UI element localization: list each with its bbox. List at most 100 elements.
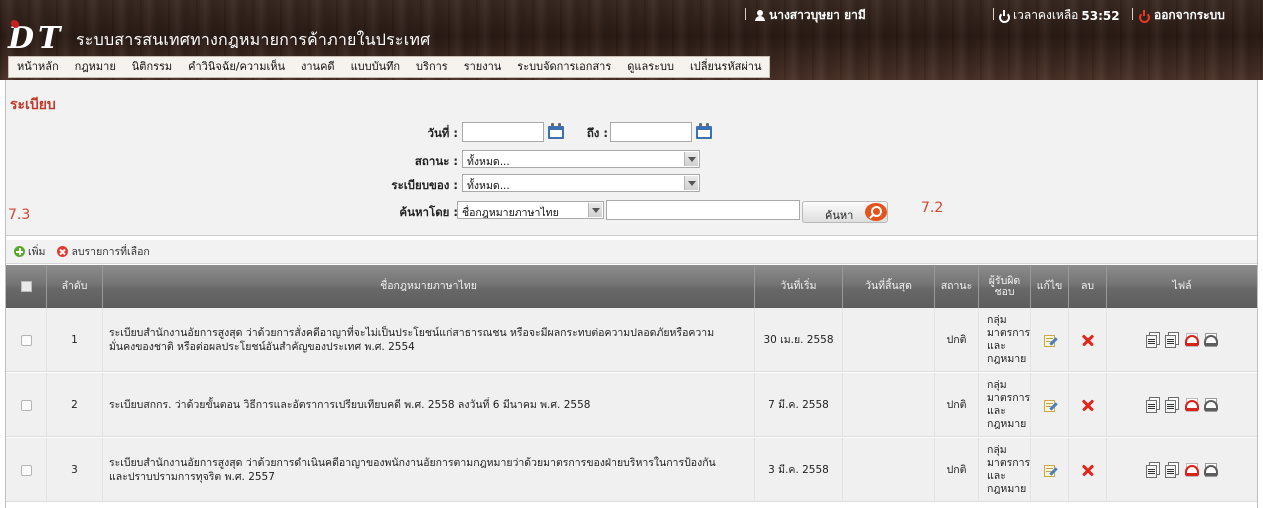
search-button[interactable]: ค้นหา: [802, 201, 888, 223]
menu-item-change-password[interactable]: เปลี่ยนรหัสผ่าน: [682, 57, 769, 77]
owner-line: และ: [987, 340, 1006, 352]
pdf-gray-icon[interactable]: [1203, 397, 1218, 413]
delete-icon[interactable]: [1082, 464, 1094, 476]
owner-cell: กลุ่ม มาตรการ และ กฎหมาย: [978, 438, 1030, 502]
separator: [1132, 8, 1133, 20]
menu-item-juristic-act[interactable]: นิติกรรม: [124, 57, 180, 77]
files-cell: [1106, 438, 1257, 502]
menu-item-reports[interactable]: รายงาน: [456, 57, 510, 77]
column-header-owner[interactable]: ผู้รับผิดชอบ: [978, 265, 1030, 308]
logout-label: ออกจากระบบ: [1154, 8, 1225, 22]
column-header-status[interactable]: สถานะ: [934, 265, 978, 308]
status-select[interactable]: ทั้งหมด...: [462, 150, 700, 168]
user-name: นางสาวบุษยา ยามี: [769, 8, 866, 22]
row-select: [6, 373, 46, 437]
column-header-end-date[interactable]: วันที่สิ้นสุด: [842, 265, 934, 308]
user-bar: นางสาวบุษยา ยามี เวลาคงเหลือ 53:52 ออกจา…: [0, 6, 1263, 25]
column-header-name[interactable]: ชื่อกฎหมายภาษาไทย: [102, 265, 754, 308]
end-date: [842, 438, 934, 502]
menu-item-services[interactable]: บริการ: [408, 57, 456, 77]
document-icon[interactable]: [1146, 462, 1161, 478]
remove-icon: [57, 246, 69, 257]
document-icon[interactable]: [1146, 397, 1161, 413]
delete-selected-button[interactable]: ลบรายการที่เลือก: [57, 243, 150, 260]
menu-item-admin[interactable]: ดูแลระบบ: [619, 57, 682, 77]
status-value: ปกติ: [934, 438, 978, 502]
owner-cell: กลุ่ม มาตรการ และ กฎหมาย: [978, 308, 1030, 372]
document-icon[interactable]: [1165, 397, 1180, 413]
document-icon[interactable]: [1165, 332, 1180, 348]
status-select-value: ทั้งหมด...: [467, 156, 510, 168]
menu-item-home[interactable]: หน้าหลัก: [9, 57, 67, 77]
owner-line: กลุ่ม: [987, 314, 1007, 326]
page-content: ระเบียบ วันที่ : ถึง : สถานะ : ทั้งหมด..…: [5, 80, 1258, 508]
separator: [993, 8, 994, 20]
menu-item-rulings[interactable]: คำวินิจฉัย/ความเห็น: [180, 57, 293, 77]
pdf-icon[interactable]: [1184, 397, 1199, 413]
chevron-down-icon: [684, 152, 698, 166]
menu-item-forms[interactable]: แบบบันทึก: [343, 57, 408, 77]
power-icon: [1138, 9, 1150, 23]
law-name[interactable]: ระเบียบสำนักงานอัยการสูงสุด ว่าด้วยการดำ…: [102, 438, 754, 502]
pdf-gray-icon[interactable]: [1203, 462, 1218, 478]
delete-icon[interactable]: [1082, 334, 1094, 346]
grid-toolbar: เพิ่ม ลบรายการที่เลือก: [6, 240, 1257, 264]
law-name[interactable]: ระเบียบสำนักงานอัยการสูงสุด ว่าด้วยการสั…: [102, 308, 754, 372]
pdf-icon[interactable]: [1184, 332, 1199, 348]
edit-icon[interactable]: [1043, 398, 1058, 413]
owner-line: มาตรการ: [987, 392, 1031, 404]
owner-line: มาตรการ: [987, 327, 1031, 339]
logo-mark: D T: [8, 21, 61, 56]
status-value: ปกติ: [934, 308, 978, 372]
edit-cell: [1030, 438, 1068, 502]
row-checkbox[interactable]: [20, 464, 32, 476]
end-date: [842, 373, 934, 437]
column-header-no[interactable]: ลำดับ: [46, 265, 102, 308]
search-icon: [865, 203, 887, 221]
delete-cell: [1068, 308, 1106, 372]
pdf-gray-icon[interactable]: [1203, 332, 1218, 348]
owner-line: และ: [987, 470, 1006, 482]
row-number: 2: [46, 373, 102, 437]
search-keyword-input[interactable]: [606, 200, 800, 220]
search-by-select[interactable]: ชื่อกฎหมายภาษาไทย: [457, 201, 604, 219]
law-name-line: ระเบียบสำนักงานอัยการสูงสุด ว่าด้วยการสั…: [109, 327, 715, 339]
document-icon[interactable]: [1146, 332, 1161, 348]
law-name-line: ระเบียบสกกร. ว่าด้วยขั้นตอน วิธีการและอั…: [109, 399, 591, 411]
separator: [745, 8, 746, 20]
pdf-icon[interactable]: [1184, 462, 1199, 478]
dit-logo: D T: [8, 22, 66, 56]
row-number: 3: [46, 438, 102, 502]
row-checkbox[interactable]: [20, 334, 32, 346]
row-number: 1: [46, 308, 102, 372]
add-button[interactable]: เพิ่ม: [14, 243, 45, 260]
chevron-down-icon: [588, 203, 602, 217]
owner-select[interactable]: ทั้งหมด...: [462, 174, 700, 192]
column-header-start-date[interactable]: วันที่เริ่ม: [754, 265, 842, 308]
owner-line: มาตรการ: [987, 457, 1031, 469]
edit-icon[interactable]: [1043, 463, 1058, 478]
owner-line: และ: [987, 405, 1006, 417]
document-icon[interactable]: [1165, 462, 1180, 478]
menu-item-documents[interactable]: ระบบจัดการเอกสาร: [509, 57, 619, 77]
calendar-icon[interactable]: [695, 123, 713, 139]
edit-cell: [1030, 373, 1068, 437]
owner-cell: กลุ่ม มาตรการ และ กฎหมาย: [978, 373, 1030, 437]
row-checkbox[interactable]: [20, 399, 32, 411]
session-time: 53:52: [1081, 8, 1120, 23]
logout-button[interactable]: ออกจากระบบ: [1138, 6, 1225, 25]
menu-item-law[interactable]: กฎหมาย: [67, 57, 124, 77]
search-by-value: ชื่อกฎหมายภาษาไทย: [462, 207, 559, 219]
column-header-edit: แก้ไข: [1030, 265, 1068, 308]
files-cell: [1106, 308, 1257, 372]
column-header-delete: ลบ: [1068, 265, 1106, 308]
law-name[interactable]: ระเบียบสกกร. ว่าด้วยขั้นตอน วิธีการและอั…: [102, 373, 754, 437]
select-all-checkbox[interactable]: [20, 281, 32, 292]
delete-icon[interactable]: [1082, 399, 1094, 411]
annotation-7-2: 7.2: [921, 200, 944, 216]
edit-icon[interactable]: [1043, 333, 1058, 348]
app-title: ระบบสารสนเทศทางกฎหมายการค้าภายในประเทศ: [76, 30, 431, 49]
search-panel: ระเบียบ วันที่ : ถึง : สถานะ : ทั้งหมด..…: [6, 80, 1257, 236]
menu-item-cases[interactable]: งานคดี: [293, 57, 343, 77]
date-to-input[interactable]: [610, 122, 692, 142]
